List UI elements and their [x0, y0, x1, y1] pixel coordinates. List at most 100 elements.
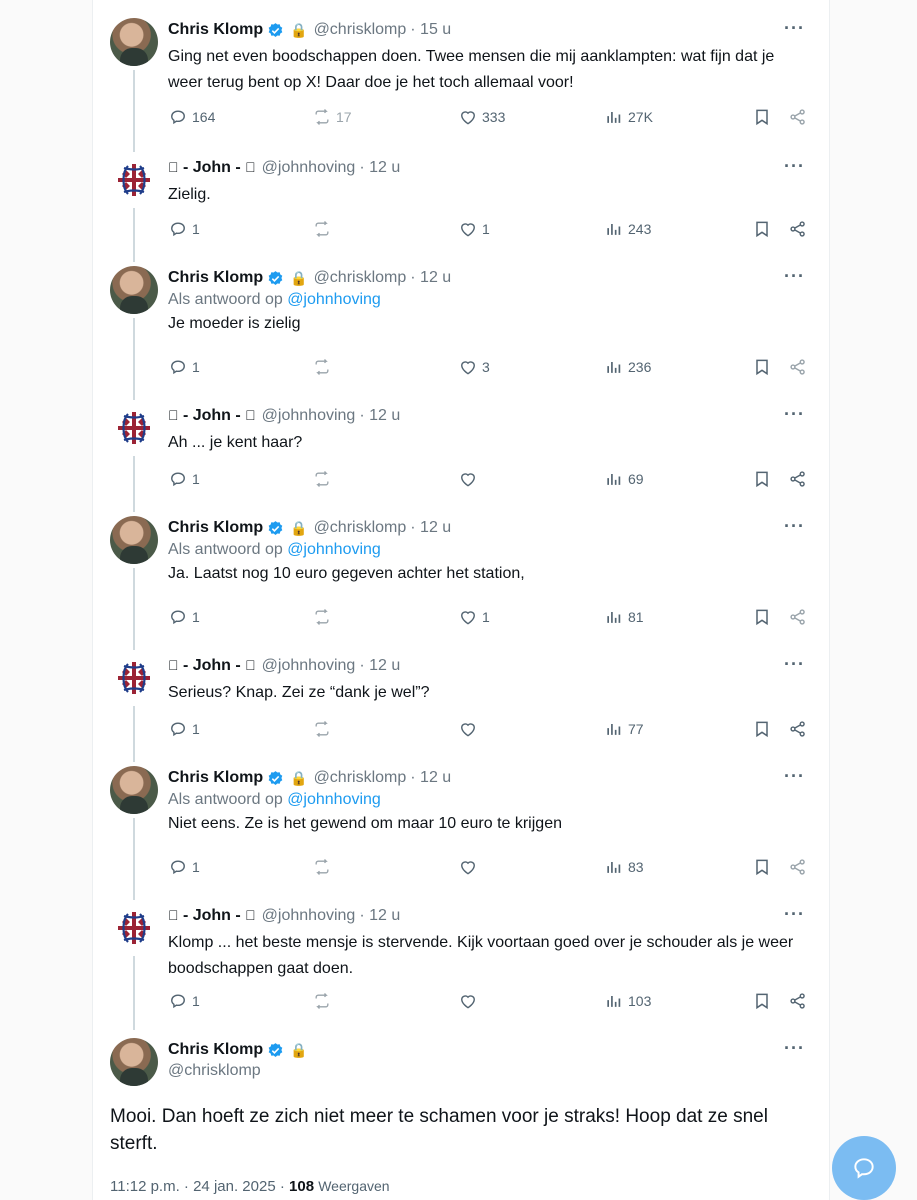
post-time[interactable]: · 12 u [359, 159, 400, 177]
like-button[interactable]: 1 [458, 607, 490, 627]
avatar[interactable] [110, 766, 158, 814]
author-name[interactable]: Chris Klomp [168, 769, 263, 787]
reply-button[interactable]: 1 [168, 719, 200, 739]
avatar[interactable] [110, 516, 158, 564]
repost-button[interactable] [312, 469, 336, 489]
views-button[interactable]: 83 [604, 857, 644, 877]
more-options-icon[interactable]: ··· [784, 18, 805, 39]
repost-button[interactable] [312, 607, 336, 627]
compose-reply-button[interactable] [832, 1136, 896, 1200]
author-handle[interactable]: @johnhoving [262, 657, 356, 675]
author-name[interactable]:  - John -  [168, 657, 256, 675]
bookmark-button[interactable] [752, 857, 772, 877]
bookmark-button[interactable] [752, 607, 772, 627]
post-time[interactable]: · 12 u [410, 269, 451, 287]
avatar[interactable] [110, 18, 158, 66]
author-handle[interactable]: @chrisklomp [314, 769, 407, 787]
reply-to-link[interactable]: @johnhoving [287, 541, 381, 558]
more-options-icon[interactable]: ··· [784, 1038, 805, 1059]
like-button[interactable] [458, 991, 482, 1011]
like-button[interactable] [458, 857, 482, 877]
views-button[interactable]: 243 [604, 219, 651, 239]
reply-to-link[interactable]: @johnhoving [287, 291, 381, 308]
post-time[interactable]: · 12 u [410, 519, 451, 537]
views-button[interactable]: 77 [604, 719, 644, 739]
more-options-icon[interactable]: ··· [784, 266, 805, 287]
avatar[interactable] [110, 156, 158, 204]
like-button[interactable]: 333 [458, 107, 505, 127]
share-button[interactable] [788, 607, 808, 627]
bookmark-button[interactable] [752, 719, 772, 739]
reply-button[interactable]: 1 [168, 607, 200, 627]
author-handle[interactable]: @chrisklomp [314, 21, 407, 39]
post-time[interactable]: · 12 u [410, 769, 451, 787]
tweet-timestamp[interactable]: 11:12 p.m. · 24 jan. 2025 · [110, 1178, 285, 1195]
reply-button[interactable]: 1 [168, 469, 200, 489]
views-button[interactable]: 27K [604, 107, 653, 127]
share-button[interactable] [788, 719, 808, 739]
views-button[interactable]: 103 [604, 991, 651, 1011]
more-options-icon[interactable]: ··· [784, 404, 805, 425]
reply-button[interactable]: 1 [168, 991, 200, 1011]
heart-icon [461, 361, 475, 375]
author-name[interactable]: Chris Klomp [168, 519, 263, 537]
share-button[interactable] [788, 107, 808, 127]
more-options-icon[interactable]: ··· [784, 904, 805, 925]
author-name[interactable]:  - John -  [168, 907, 256, 925]
avatar[interactable] [110, 1038, 158, 1086]
post-time[interactable]: · 12 u [359, 407, 400, 425]
author-handle[interactable]: @chrisklomp [314, 519, 407, 537]
repost-button[interactable] [312, 219, 336, 239]
bookmark-button[interactable] [752, 357, 772, 377]
more-options-icon[interactable]: ··· [784, 516, 805, 537]
avatar[interactable] [110, 904, 158, 952]
author-name[interactable]: Chris Klomp [168, 1041, 263, 1059]
share-button[interactable] [788, 991, 808, 1011]
views-button[interactable]: 69 [604, 469, 644, 489]
author-name[interactable]:  - John -  [168, 159, 256, 177]
repost-button[interactable] [312, 991, 336, 1011]
more-options-icon[interactable]: ··· [784, 156, 805, 177]
bookmark-button[interactable] [752, 991, 772, 1011]
reply-count: 1 [192, 221, 200, 237]
post-time[interactable]: · 12 u [359, 657, 400, 675]
post-time[interactable]: · 12 u [359, 907, 400, 925]
bookmark-button[interactable] [752, 219, 772, 239]
repost-button[interactable] [312, 719, 336, 739]
more-options-icon[interactable]: ··· [784, 766, 805, 787]
author-handle[interactable]: @johnhoving [262, 159, 356, 177]
avatar[interactable] [110, 654, 158, 702]
like-button[interactable] [458, 469, 482, 489]
reply-to-link[interactable]: @johnhoving [287, 791, 381, 808]
more-options-icon[interactable]: ··· [784, 654, 805, 675]
like-button[interactable] [458, 719, 482, 739]
reply-button[interactable]: 1 [168, 857, 200, 877]
repost-button[interactable] [312, 857, 336, 877]
reply-button[interactable]: 1 [168, 219, 200, 239]
author-handle[interactable]: @johnhoving [262, 907, 356, 925]
like-button[interactable]: 3 [458, 357, 490, 377]
avatar[interactable] [110, 404, 158, 452]
bookmark-button[interactable] [752, 107, 772, 127]
like-button[interactable]: 1 [458, 219, 490, 239]
author-name[interactable]: Chris Klomp [168, 269, 263, 287]
reply-button[interactable]: 1 [168, 357, 200, 377]
author-handle[interactable]: @johnhoving [262, 407, 356, 425]
repost-button[interactable] [312, 357, 336, 377]
share-button[interactable] [788, 469, 808, 489]
reply-button[interactable]: 164 [168, 107, 215, 127]
post-time[interactable]: · 15 u [410, 21, 451, 39]
share-button[interactable] [788, 219, 808, 239]
share-button[interactable] [788, 857, 808, 877]
bookmark-button[interactable] [752, 469, 772, 489]
repost-button[interactable]: 17 [312, 107, 352, 127]
tweet-actions: 1 3 236 [168, 357, 808, 381]
author-name[interactable]:  - John -  [168, 407, 256, 425]
views-button[interactable]: 236 [604, 357, 651, 377]
author-handle[interactable]: @chrisklomp [314, 269, 407, 287]
share-button[interactable] [788, 357, 808, 377]
author-handle[interactable]: @chrisklomp [168, 1062, 810, 1080]
avatar[interactable] [110, 266, 158, 314]
views-button[interactable]: 81 [604, 607, 644, 627]
author-name[interactable]: Chris Klomp [168, 21, 263, 39]
